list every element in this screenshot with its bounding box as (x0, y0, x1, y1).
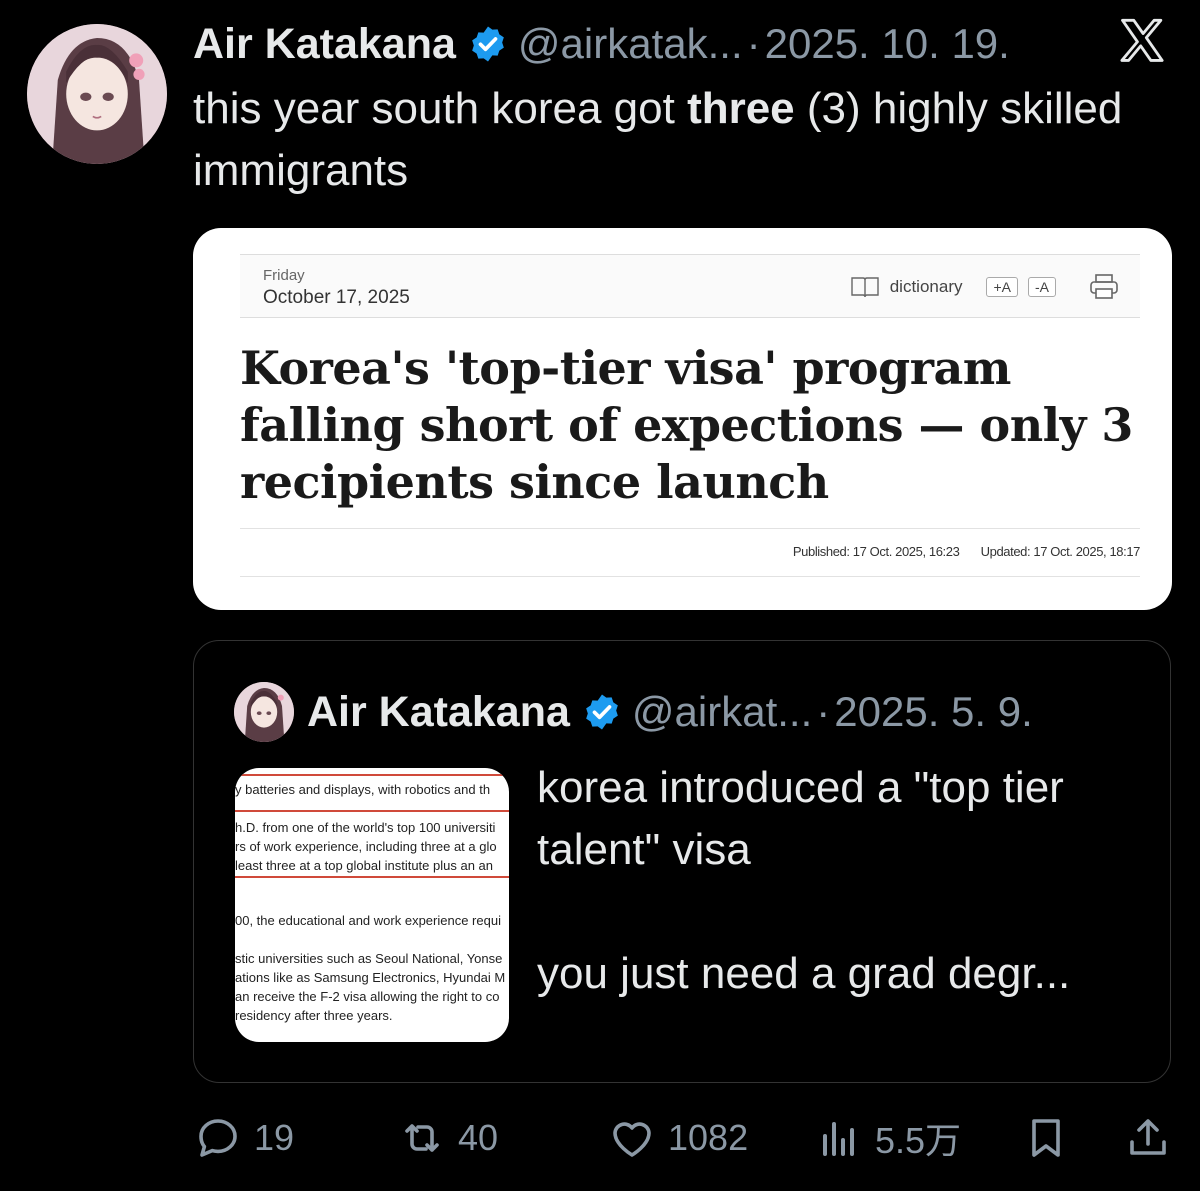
reply-count: 19 (254, 1117, 295, 1158)
thumbnail-text-line: stic universities such as Seoul National… (235, 951, 503, 966)
quoted-thumbnail: y batteries and displays, with robotics … (235, 768, 509, 1042)
repost-button[interactable]: 40 (398, 1108, 498, 1168)
tweet-date[interactable]: 2025. 10. 19. (765, 20, 1010, 68)
article-day: Friday (263, 267, 305, 284)
quoted-tweet-date: 2025. 5. 9. (834, 688, 1033, 735)
thumbnail-text-line: residency after three years. (235, 1008, 393, 1023)
tweet-text: this year south korea got three (3) high… (193, 78, 1153, 202)
quoted-author-handle: @airkat... (631, 688, 813, 735)
reply-button[interactable]: 19 (194, 1108, 294, 1168)
book-icon (851, 277, 879, 298)
quoted-avatar-image (234, 682, 294, 742)
article-toolbar: Friday October 17, 2025 dictionary +A -A (240, 254, 1140, 318)
article-timestamps: Published: 17 Oct. 2025, 16:23 Updated: … (775, 544, 1141, 559)
tweet-text-start: this year south korea got (193, 84, 688, 133)
article-headline: Korea's 'top-tier visa' program falling … (240, 341, 1133, 509)
attached-image-article[interactable]: Friday October 17, 2025 dictionary +A -A… (193, 228, 1172, 610)
x-logo-icon (1120, 18, 1164, 62)
like-button[interactable]: 1082 (608, 1108, 748, 1168)
thumbnail-highlight-line (235, 876, 509, 878)
verified-badge-icon (472, 26, 504, 62)
article-tools: dictionary +A -A (850, 273, 1120, 301)
thumbnail-highlight-line (235, 810, 509, 812)
share-icon (1130, 1119, 1166, 1155)
views-button[interactable]: 5.5万 (815, 1108, 961, 1168)
quoted-tweet-text: korea introduced a "top tier talent" vis… (537, 763, 1071, 998)
heart-icon (613, 1122, 651, 1157)
quoted-header-separator: · (816, 688, 831, 735)
thumbnail-text-line: y batteries and displays, with robotics … (235, 782, 491, 797)
repost-icon (405, 1124, 439, 1152)
quoted-tweet-header: Air Katakana @airkat... · 2025. 5. 9. (307, 682, 1033, 742)
article-published: Published: 17 Oct. 2025, 16:23 (792, 544, 960, 559)
dictionary-label: dictionary (889, 277, 963, 296)
quoted-verified-badge-icon (586, 694, 618, 730)
like-count: 1082 (668, 1117, 749, 1158)
thumbnail-text-line: rs of work experience, including three a… (235, 839, 497, 854)
thumbnail-highlight-line (235, 774, 509, 776)
avatar-image (27, 24, 167, 164)
reply-icon (199, 1119, 237, 1157)
author-name[interactable]: Air Katakana (193, 20, 456, 69)
thumbnail-text-line: h.D. from one of the world's top 100 uni… (235, 820, 496, 835)
tweet-action-bar: 19 40 1082 5.5万 (0, 1108, 1200, 1168)
thumbnail-text-line: least three at a top global institute pl… (235, 858, 494, 873)
share-button[interactable] (1124, 1108, 1172, 1168)
article-updated: Updated: 17 Oct. 2025, 18:17 (980, 544, 1141, 559)
thumbnail-text-line: 00, the educational and work experience … (235, 913, 501, 928)
bookmark-icon (1032, 1119, 1060, 1157)
quoted-author-avatar (234, 682, 294, 742)
bookmark-button[interactable] (1022, 1108, 1070, 1168)
article-divider-bottom (240, 576, 1140, 577)
views-icon (823, 1122, 854, 1156)
author-avatar[interactable] (27, 24, 167, 164)
font-increase-button: +A (986, 277, 1018, 297)
article-divider-top (240, 528, 1140, 529)
article-date: October 17, 2025 (263, 287, 410, 308)
print-icon (1090, 274, 1118, 299)
tweet-header: Air Katakana @airkatak... · 2025. 10. 19… (193, 14, 1010, 74)
repost-count: 40 (458, 1117, 499, 1158)
views-count: 5.5万 (875, 1120, 962, 1161)
tweet-text-bold: three (687, 84, 795, 133)
thumbnail-text-line: an receive the F-2 visa allowing the rig… (235, 989, 500, 1004)
author-handle[interactable]: @airkatak... (518, 20, 743, 68)
quoted-author-name: Air Katakana (307, 687, 570, 736)
thumbnail-text-line: ations like as Samsung Electronics, Hyun… (235, 970, 506, 985)
font-decrease-button: -A (1028, 277, 1056, 297)
header-separator: · (746, 20, 761, 67)
